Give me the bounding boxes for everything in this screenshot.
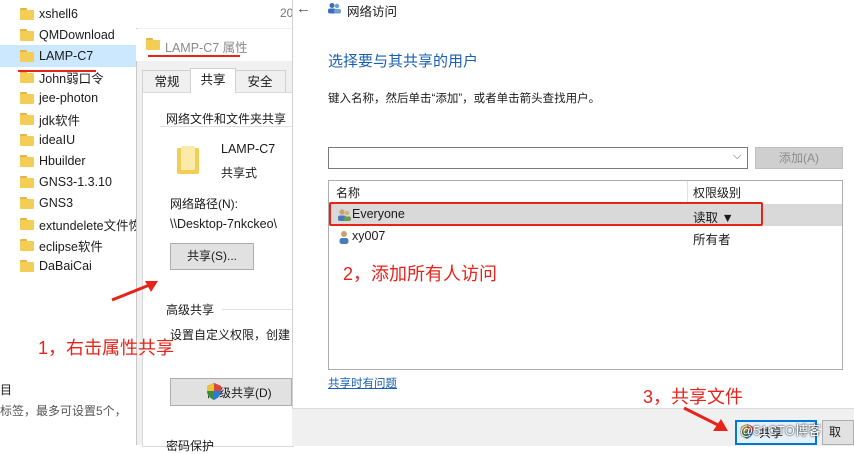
list-item[interactable]: extundelete文件恢 (0, 213, 136, 235)
permission-level: 所有者 (693, 233, 731, 247)
password-protection-heading: 密码保护 (166, 439, 215, 453)
folder-icon (20, 155, 34, 167)
tab-general[interactable]: 常规 (142, 70, 192, 93)
column-header-permission[interactable]: 权限级别 (693, 184, 741, 201)
user-name-combobox[interactable] (328, 147, 748, 169)
tab-security[interactable]: 安全 (234, 70, 286, 93)
back-arrow-icon[interactable]: ← (296, 0, 311, 17)
page-title: 选择要与其共享的用户 (328, 53, 479, 70)
list-item[interactable]: GNS3 (0, 192, 136, 214)
table-row[interactable] (329, 226, 842, 248)
shared-folder-status: 共享式 (221, 166, 258, 180)
annotation-step1: 1，右击属性共享 (38, 338, 175, 358)
tab-sharing[interactable]: 共享 (190, 68, 236, 93)
folder-icon (20, 260, 34, 272)
chevron-down-icon[interactable]: ⌵ (733, 150, 741, 163)
network-path-label: 网络路径(N): (170, 197, 238, 211)
list-item[interactable]: jdk软件 (0, 108, 136, 130)
list-item[interactable]: LAMP-C7 (0, 45, 136, 67)
explorer-footer-hint: 标签，最多可设置5个， (0, 404, 127, 418)
annotation-underline (148, 55, 240, 57)
explorer-footer-label: 目 (0, 383, 13, 397)
network-users-icon (328, 3, 341, 14)
sharing-help-link[interactable]: 共享时有问题 (328, 375, 397, 391)
annotation-highlight-box (329, 202, 763, 226)
annotation-arrow (111, 281, 158, 302)
folder-icon (20, 176, 34, 188)
folder-icon (20, 29, 34, 41)
folder-icon (20, 8, 34, 20)
network-sharing-heading: 网络文件和文件夹共享 (166, 112, 287, 126)
list-item[interactable]: QMDownload (0, 24, 136, 46)
list-item[interactable]: xshell6 (0, 3, 136, 25)
advanced-sharing-button[interactable]: 高级共享(D) (170, 378, 292, 406)
folder-icon (20, 50, 34, 62)
folder-icon (146, 38, 160, 50)
uac-shield-icon (207, 383, 221, 400)
shared-folder-name: LAMP-C7 (221, 142, 276, 156)
network-access-title: 网络访问 (347, 5, 398, 19)
folder-icon (20, 92, 34, 104)
annotation-underline (18, 70, 96, 72)
column-separator[interactable] (687, 181, 688, 203)
user-name: xy007 (352, 229, 386, 243)
list-item[interactable]: GNS3-1.3.10 (0, 171, 136, 193)
add-user-button[interactable]: 添加(A) (755, 147, 843, 169)
user-icon (339, 231, 349, 244)
list-item[interactable]: DaBaiCai (0, 255, 136, 277)
column-header-name[interactable]: 名称 (336, 184, 360, 201)
instruction-text: 键入名称，然后单击“添加”，或者单击箭头查找用户。 (328, 93, 601, 105)
explorer-list: xshell6 QMDownload LAMP-C7 John弱口令 jee-p… (0, 0, 136, 445)
folder-icon (20, 197, 34, 209)
divider (222, 309, 292, 310)
folder-icon (20, 218, 34, 230)
divider (160, 126, 292, 127)
list-item[interactable]: eclipse软件 (0, 234, 136, 256)
annotation-step3: 3，共享文件 (643, 387, 744, 407)
advanced-sharing-description: 设置自定义权限，创建 (170, 328, 291, 342)
folder-icon (20, 113, 34, 125)
list-item[interactable]: ideaIU (0, 129, 136, 151)
folder-icon (20, 71, 34, 83)
folder-icon (20, 134, 34, 146)
list-item[interactable]: Hbuilder (0, 150, 136, 172)
table-header (329, 181, 842, 203)
folder-icon (20, 239, 34, 251)
shared-folder-icon (177, 146, 199, 176)
annotation-step2: 2，添加所有人访问 (343, 264, 498, 284)
advanced-sharing-heading: 高级共享 (166, 303, 215, 317)
share-button[interactable]: 共享(S)... (170, 243, 254, 270)
properties-title: LAMP-C7 属性 (165, 41, 248, 55)
list-item[interactable]: jee-photon (0, 87, 136, 109)
network-path-value: \\Desktop-7nkckeo\ (170, 217, 277, 231)
cancel-button[interactable]: 取 (822, 420, 854, 445)
watermark: @51CTO博客 (740, 423, 821, 438)
